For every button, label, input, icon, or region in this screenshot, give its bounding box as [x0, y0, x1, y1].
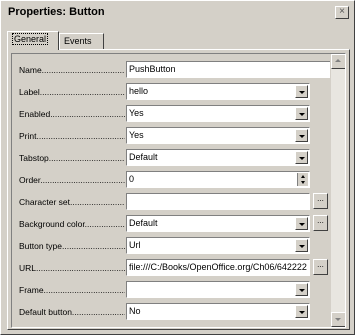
tab-general[interactable]: General [7, 31, 59, 50]
character-set-field[interactable] [126, 193, 310, 210]
button-type-value: Url [129, 240, 141, 250]
property-row-label: Label...................................… [12, 83, 328, 101]
property-row-character-set: Character set...........................… [12, 193, 328, 211]
properties-dialog: Properties: Button × General Events Name… [0, 0, 355, 335]
property-row-print: Print...................................… [12, 127, 328, 145]
property-label: Label...................................… [19, 87, 125, 97]
property-label: Name....................................… [19, 65, 125, 75]
character-set-browse-button[interactable]: ... [313, 193, 328, 209]
vertical-scrollbar[interactable] [330, 54, 345, 327]
print-select[interactable]: Yes [126, 127, 310, 144]
chevron-down-icon[interactable] [295, 305, 308, 318]
property-label: Background color........................… [19, 219, 125, 229]
property-row-enabled: Enabled.................................… [12, 105, 328, 123]
name-value: PushButton [129, 64, 176, 74]
tab-general-label: General [12, 33, 49, 45]
frame-select[interactable] [126, 281, 310, 298]
tabstop-select[interactable]: Default [126, 149, 310, 166]
print-value: Yes [129, 130, 144, 140]
property-row-button-type: Button type.............................… [12, 237, 328, 255]
button-type-select[interactable]: Url [126, 237, 310, 254]
property-label: Frame...................................… [19, 285, 125, 295]
property-label: Default button..........................… [19, 307, 125, 317]
tab-events-label: Events [64, 36, 92, 46]
default-button-select[interactable]: No [126, 303, 310, 320]
property-label: Print...................................… [19, 131, 125, 141]
property-label: Button type.............................… [19, 241, 125, 251]
order-value: 0 [129, 174, 135, 184]
spinner-arrows-icon[interactable] [297, 173, 308, 186]
window-title: Properties: Button [8, 6, 105, 18]
url-field[interactable]: file:///C:/Books/OpenOffice.org/Ch06/642… [126, 259, 310, 276]
arrow-down-icon[interactable] [331, 312, 345, 327]
chevron-down-icon[interactable] [295, 217, 308, 230]
default-button-value: No [129, 306, 141, 316]
url-value: file:///C:/Books/OpenOffice.org/Ch06/642… [129, 262, 307, 272]
background-color-value: Default [129, 218, 158, 228]
properties-list: Name....................................… [11, 53, 346, 328]
tab-panel: Name....................................… [7, 49, 350, 330]
label-field[interactable]: hello [126, 83, 310, 100]
property-row-url: URL.....................................… [12, 259, 328, 277]
property-label: URL.....................................… [19, 263, 125, 273]
property-label: Order...................................… [19, 175, 125, 185]
background-color-browse-button[interactable]: ... [313, 215, 328, 231]
close-icon[interactable]: × [335, 6, 349, 19]
property-row-tabstop: Tabstop.................................… [12, 149, 328, 167]
property-row-frame: Frame...................................… [12, 281, 328, 299]
label-value: hello [129, 86, 149, 96]
property-row-name: Name....................................… [12, 61, 331, 79]
title-bar: Properties: Button × [4, 4, 351, 22]
tab-events[interactable]: Events [59, 33, 104, 49]
url-browse-button[interactable]: ... [313, 259, 328, 275]
order-stepper[interactable]: 0 [126, 171, 310, 188]
name-field[interactable]: PushButton [126, 61, 331, 78]
arrow-up-icon[interactable] [331, 54, 345, 69]
property-row-default-button: Default button..........................… [12, 303, 328, 321]
enabled-select[interactable]: Yes [126, 105, 310, 122]
property-label: Character set...........................… [19, 197, 125, 207]
property-label: Tabstop.................................… [19, 153, 125, 163]
chevron-down-icon[interactable] [295, 107, 308, 120]
property-label: Enabled.................................… [19, 109, 125, 119]
background-color-select[interactable]: Default [126, 215, 310, 232]
chevron-down-icon[interactable] [295, 151, 308, 164]
chevron-down-icon[interactable] [295, 129, 308, 142]
tabstop-value: Default [129, 152, 158, 162]
chevron-down-icon[interactable] [295, 239, 308, 252]
property-row-order: Order...................................… [12, 171, 328, 189]
property-row-background-color: Background color........................… [12, 215, 328, 233]
chevron-down-icon[interactable] [295, 85, 308, 98]
chevron-down-icon[interactable] [295, 283, 308, 296]
enabled-value: Yes [129, 108, 144, 118]
